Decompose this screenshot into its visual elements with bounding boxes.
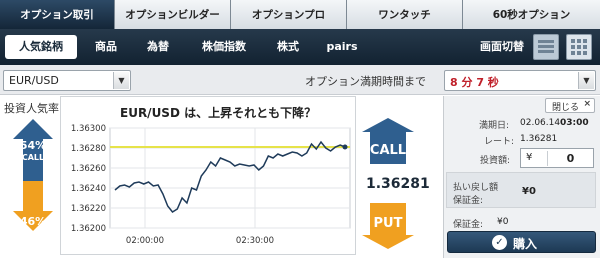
investment-amount-input[interactable]: ¥ 0 bbox=[520, 148, 594, 168]
tab-one-touch[interactable]: ワンタッチ bbox=[347, 0, 463, 29]
rate-value: 1.36281 bbox=[520, 134, 558, 144]
x-tick-label: 02:30:00 bbox=[236, 236, 274, 246]
call-sentiment-percent: 54% bbox=[19, 139, 47, 152]
put-button-label: PUT bbox=[374, 216, 403, 231]
tab-option-builder[interactable]: オプションビルダー bbox=[115, 0, 231, 29]
expiry-time-value: 03:00 bbox=[560, 118, 589, 128]
chart-question: EUR/USD は、上昇それとも下降？ bbox=[120, 106, 317, 120]
call-button[interactable]: CALL bbox=[362, 118, 414, 164]
category-commodities[interactable]: 商品 bbox=[84, 35, 128, 59]
call-sentiment: 54% CALL bbox=[18, 140, 48, 164]
payout-value: ¥0 bbox=[522, 186, 536, 197]
y-tick-label: 1.36220 bbox=[71, 204, 106, 214]
put-sentiment-label: PUT bbox=[24, 229, 42, 238]
put-button[interactable]: PUT bbox=[362, 203, 414, 249]
y-tick-label: 1.36240 bbox=[71, 184, 106, 194]
y-tick-label: 1.36280 bbox=[71, 144, 106, 154]
current-price: 1.36281 bbox=[366, 176, 430, 192]
expiry-date-value: 02.06.14 bbox=[520, 118, 561, 128]
y-tick-label: 1.36260 bbox=[71, 164, 106, 174]
check-icon: ✓ bbox=[492, 235, 507, 250]
currency-pair-value: EUR/USD bbox=[9, 74, 59, 87]
tab-option-trading[interactable]: オプション取引 bbox=[0, 0, 115, 29]
category-forex[interactable]: 為替 bbox=[136, 35, 180, 59]
expiry-countdown-value: 8 分 7 秒 bbox=[450, 76, 499, 89]
amount-label: 投資額: bbox=[480, 156, 511, 166]
last-price-point bbox=[342, 144, 348, 150]
category-nav: 人気銘柄 商品 為替 株価指数 株式 pairs 画面切替 bbox=[0, 29, 600, 65]
buy-button[interactable]: ✓ 購入 bbox=[447, 231, 596, 253]
put-sentiment-percent: 46% bbox=[19, 215, 47, 228]
close-icon: × bbox=[583, 99, 591, 109]
category-pairs[interactable]: pairs bbox=[320, 35, 364, 59]
price-chart: 1.36300 1.36280 1.36260 1.36240 1.36220 1.362… bbox=[71, 124, 351, 246]
y-tick-label: 1.36200 bbox=[71, 224, 106, 234]
currency-symbol: ¥ bbox=[526, 152, 533, 163]
rate-label: レート: bbox=[484, 137, 515, 147]
x-tick-label: 02:00:00 bbox=[126, 236, 164, 246]
top-tab-bar: オプション取引 オプションビルダー オプションプロ ワンタッチ 60秒オプション bbox=[0, 0, 600, 29]
payout-label: 払い戻し額 bbox=[453, 183, 499, 193]
plot-area bbox=[109, 127, 351, 229]
option-selector-bar: EUR/USD ▼ オプション満期時間まで 8 分 7 秒 ▼ bbox=[0, 65, 600, 95]
margin-value: ¥0 bbox=[497, 217, 509, 227]
call-sentiment-label: CALL bbox=[21, 153, 45, 162]
investment-amount-value: 0 bbox=[547, 151, 593, 166]
chevron-down-icon[interactable]: ▼ bbox=[113, 72, 129, 89]
close-button-label: 閉じる bbox=[552, 103, 580, 113]
expiry-countdown-label: オプション満期時間まで bbox=[305, 75, 426, 88]
close-button[interactable]: 閉じる × bbox=[545, 98, 595, 113]
chevron-down-icon[interactable]: ▼ bbox=[578, 72, 594, 89]
y-tick-label: 1.36300 bbox=[71, 124, 106, 134]
put-sentiment: 46% PUT bbox=[18, 216, 48, 240]
category-indices[interactable]: 株価指数 bbox=[192, 35, 256, 59]
margin-label: 保証金: bbox=[453, 196, 484, 206]
expiry-date-label: 満期日: bbox=[479, 121, 510, 131]
list-view-icon[interactable] bbox=[533, 34, 559, 60]
view-toggle-label: 画面切替 bbox=[480, 40, 524, 53]
tab-60-second-option[interactable]: 60秒オプション bbox=[463, 0, 600, 29]
tab-option-pro[interactable]: オプションプロ bbox=[231, 0, 347, 29]
buy-button-label: 購入 bbox=[513, 237, 538, 251]
category-stocks[interactable]: 株式 bbox=[266, 35, 310, 59]
grid-view-icon[interactable] bbox=[566, 34, 592, 60]
margin-label-bottom: 保証金: bbox=[453, 220, 484, 230]
expiry-time-select[interactable]: 8 分 7 秒 ▼ bbox=[444, 70, 596, 91]
sentiment-title: 投資人気率 bbox=[4, 102, 59, 115]
category-popular[interactable]: 人気銘柄 bbox=[5, 35, 77, 59]
call-button-label: CALL bbox=[370, 143, 406, 158]
currency-pair-select[interactable]: EUR/USD ▼ bbox=[3, 70, 131, 91]
